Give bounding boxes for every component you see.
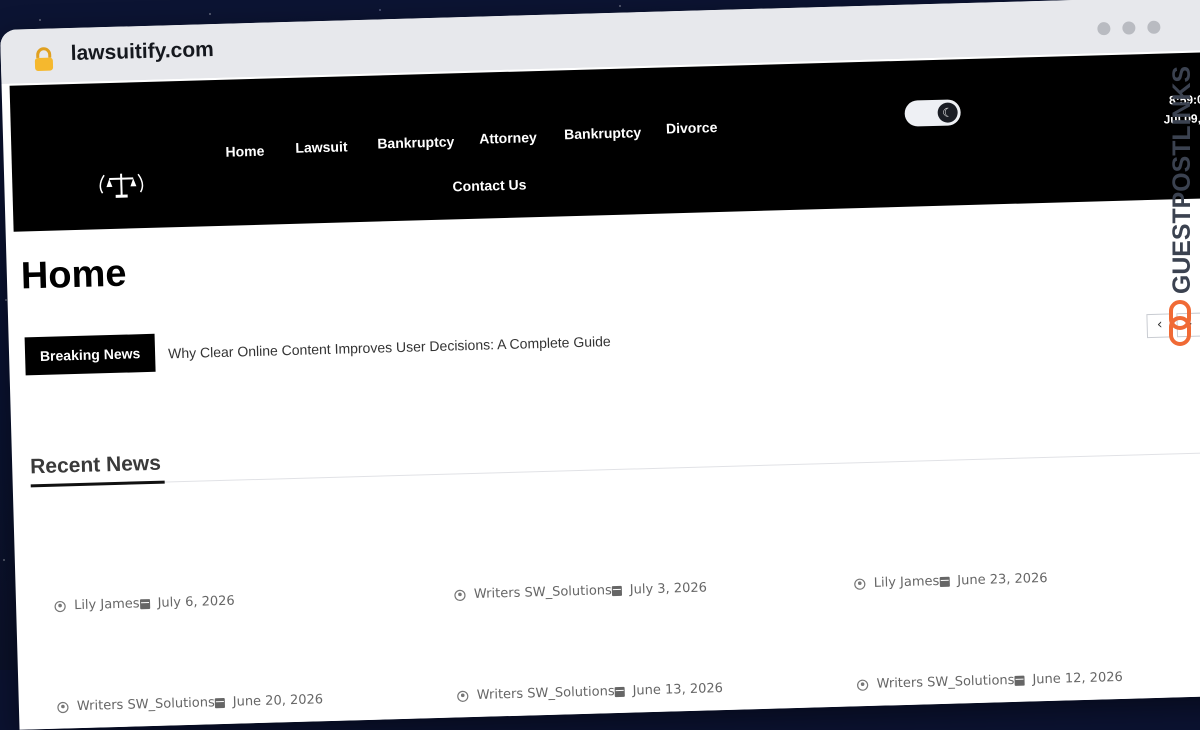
section-divider — [30, 452, 1200, 487]
calendar-icon — [939, 576, 950, 587]
window-dot-2[interactable] — [1122, 21, 1136, 35]
calendar-icon — [1014, 675, 1025, 686]
web-page: Home Lawsuit Bankruptcy Attorney Bankrup… — [9, 49, 1200, 730]
dark-mode-toggle[interactable]: ☾ — [904, 99, 962, 127]
user-icon — [54, 600, 66, 612]
user-icon — [457, 690, 469, 702]
recent-news-heading: Recent News — [29, 451, 162, 479]
section-heading-underline — [30, 480, 165, 488]
nav-bankruptcy-2[interactable]: Bankruptcy — [564, 124, 641, 142]
nav-lawsuit[interactable]: Lawsuit — [295, 138, 348, 155]
post-date: July 3, 2026 — [629, 580, 708, 598]
post-author[interactable]: Writers SW_Solutions — [77, 695, 215, 714]
calendar-icon — [139, 598, 150, 609]
lock-icon — [34, 47, 54, 71]
page-title: Home — [20, 252, 128, 298]
post-meta: Writers SW_Solutions June 20, 2026 — [57, 692, 324, 714]
nav-divorce[interactable]: Divorce — [666, 119, 718, 136]
post-date: June 20, 2026 — [232, 692, 324, 710]
nav-bankruptcy[interactable]: Bankruptcy — [377, 133, 454, 151]
nav-contact-us[interactable]: Contact Us — [452, 176, 526, 194]
post-author[interactable]: Writers SW_Solutions — [876, 673, 1014, 692]
calendar-icon — [614, 686, 625, 697]
nav-attorney[interactable]: Attorney — [479, 129, 537, 147]
post-author[interactable]: Lily James — [74, 596, 140, 613]
post-author[interactable]: Lily James — [874, 574, 940, 591]
chain-link-icon — [1169, 300, 1191, 346]
site-header: Home Lawsuit Bankruptcy Attorney Bankrup… — [9, 52, 1200, 232]
post-date: June 12, 2026 — [1032, 669, 1123, 688]
user-icon — [854, 578, 866, 590]
breaking-news-headline[interactable]: Why Clear Online Content Improves User D… — [168, 333, 611, 361]
post-meta: Lily James June 23, 2026 — [854, 571, 1048, 591]
post-meta: Lily James July 6, 2026 — [54, 594, 235, 614]
post-author[interactable]: Writers SW_Solutions — [477, 684, 615, 703]
user-icon — [454, 589, 466, 601]
user-icon — [57, 701, 69, 713]
guestpostlinks-watermark: GUESTPOSTLINKS — [1168, 66, 1196, 346]
breaking-news-label: Breaking News — [24, 333, 156, 376]
post-date: June 13, 2026 — [632, 681, 724, 699]
moon-icon: ☾ — [937, 102, 958, 123]
window-controls — [1097, 20, 1161, 36]
scales-of-justice-logo[interactable] — [96, 170, 147, 201]
post-date: July 6, 2026 — [157, 593, 235, 611]
calendar-icon — [611, 585, 622, 596]
watermark-text: GUESTPOSTLINKS — [1168, 66, 1196, 294]
browser-window: lawsuitify.com Home Lawsuit Bankruptcy A… — [0, 0, 1200, 730]
post-meta: Writers SW_Solutions June 12, 2026 — [856, 670, 1123, 692]
post-author[interactable]: Writers SW_Solutions — [474, 583, 612, 602]
post-meta: Writers SW_Solutions June 13, 2026 — [457, 681, 724, 703]
post-meta: Writers SW_Solutions July 3, 2026 — [454, 580, 707, 602]
user-icon — [857, 679, 869, 691]
address-bar-url[interactable]: lawsuitify.com — [70, 38, 214, 66]
window-dot-3[interactable] — [1147, 20, 1161, 34]
nav-home[interactable]: Home — [225, 143, 264, 160]
calendar-icon — [214, 697, 225, 708]
window-dot-1[interactable] — [1097, 21, 1111, 36]
post-date: June 23, 2026 — [957, 570, 1048, 589]
